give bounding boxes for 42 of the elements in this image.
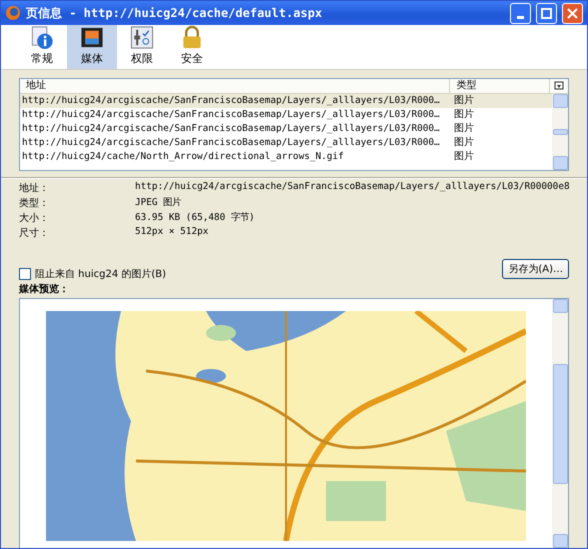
maximize-button[interactable] [536, 2, 557, 24]
type-cell-text: 图片 [453, 122, 474, 136]
detail-label: 类型： [19, 196, 50, 210]
minimize-button[interactable] [510, 2, 531, 24]
close-icon [567, 8, 578, 18]
window-title: 页信息 - http://huicg24/cache/default.aspx [26, 4, 324, 22]
sliders-icon [129, 25, 155, 50]
column-header[interactable]: 类型 [450, 79, 550, 93]
browser-logo-icon [5, 5, 21, 21]
address-cell-text: http://huicg24/arcgiscache/SanFranciscoBasemap/Layers/_alllayers/L03/R000… [21, 94, 441, 108]
scrollbar[interactable] [552, 94, 568, 170]
checkbox[interactable] [19, 268, 31, 280]
preview-label: 媒体预览： [19, 282, 70, 296]
maximize-icon [541, 8, 552, 18]
media-row[interactable]: http://huicg24/arcgiscache/SanFranciscoBasemap/Layers/_alllayers/L03/R000… 图片 [20, 94, 552, 108]
detail-value: JPEG 图片 [135, 196, 182, 210]
address-cell-text: http://huicg24/arcgiscache/SanFranciscoBasemap/Layers/_alllayers/L03/R000… [21, 136, 441, 150]
minimize-icon [517, 16, 524, 18]
detail-label: 尺寸： [19, 226, 50, 240]
checkbox-label: 阻止来自 huicg24 的图片(B) [35, 268, 166, 281]
tab[interactable]: 常规 [17, 25, 67, 69]
detail-value: 63.95 KB (65,480 字节) [135, 211, 256, 225]
address-cell-text: http://huicg24/arcgiscache/SanFranciscoBasemap/Layers/_alllayers/L03/R000… [21, 122, 441, 136]
address-cell-text: http://huicg24/arcgiscache/SanFranciscoBasemap/Layers/_alllayers/L03/R000… [21, 108, 441, 122]
tab[interactable]: 安全 [167, 25, 217, 69]
type-cell-text: 图片 [453, 108, 474, 122]
address-cell-text: http://huicg24/cache/North_Arrow/directional_arrows_N.gif [21, 150, 345, 164]
close-button[interactable] [562, 2, 583, 24]
detail-label: 地址： [19, 182, 50, 195]
column-header[interactable]: 地址 [20, 79, 450, 93]
tab[interactable]: 权限 [117, 25, 167, 69]
detail-label: 大小： [19, 212, 50, 225]
type-cell-text: 图片 [453, 94, 474, 108]
film-icon [79, 25, 105, 50]
tab[interactable]: 媒体 [67, 25, 117, 69]
column-picker-icon[interactable] [554, 81, 564, 91]
type-cell-text: 图片 [453, 150, 474, 164]
detail-value: 512px × 512px [135, 226, 210, 239]
detail-value: http://huicg24/arcgiscache/SanFranciscoBasemap/Layers/_alllayers/L03/R00000e8 [135, 181, 569, 194]
type-cell-text: 图片 [453, 136, 474, 150]
save-as-button[interactable]: 另存为(A)… [502, 259, 569, 279]
scrollbar[interactable] [552, 299, 568, 548]
